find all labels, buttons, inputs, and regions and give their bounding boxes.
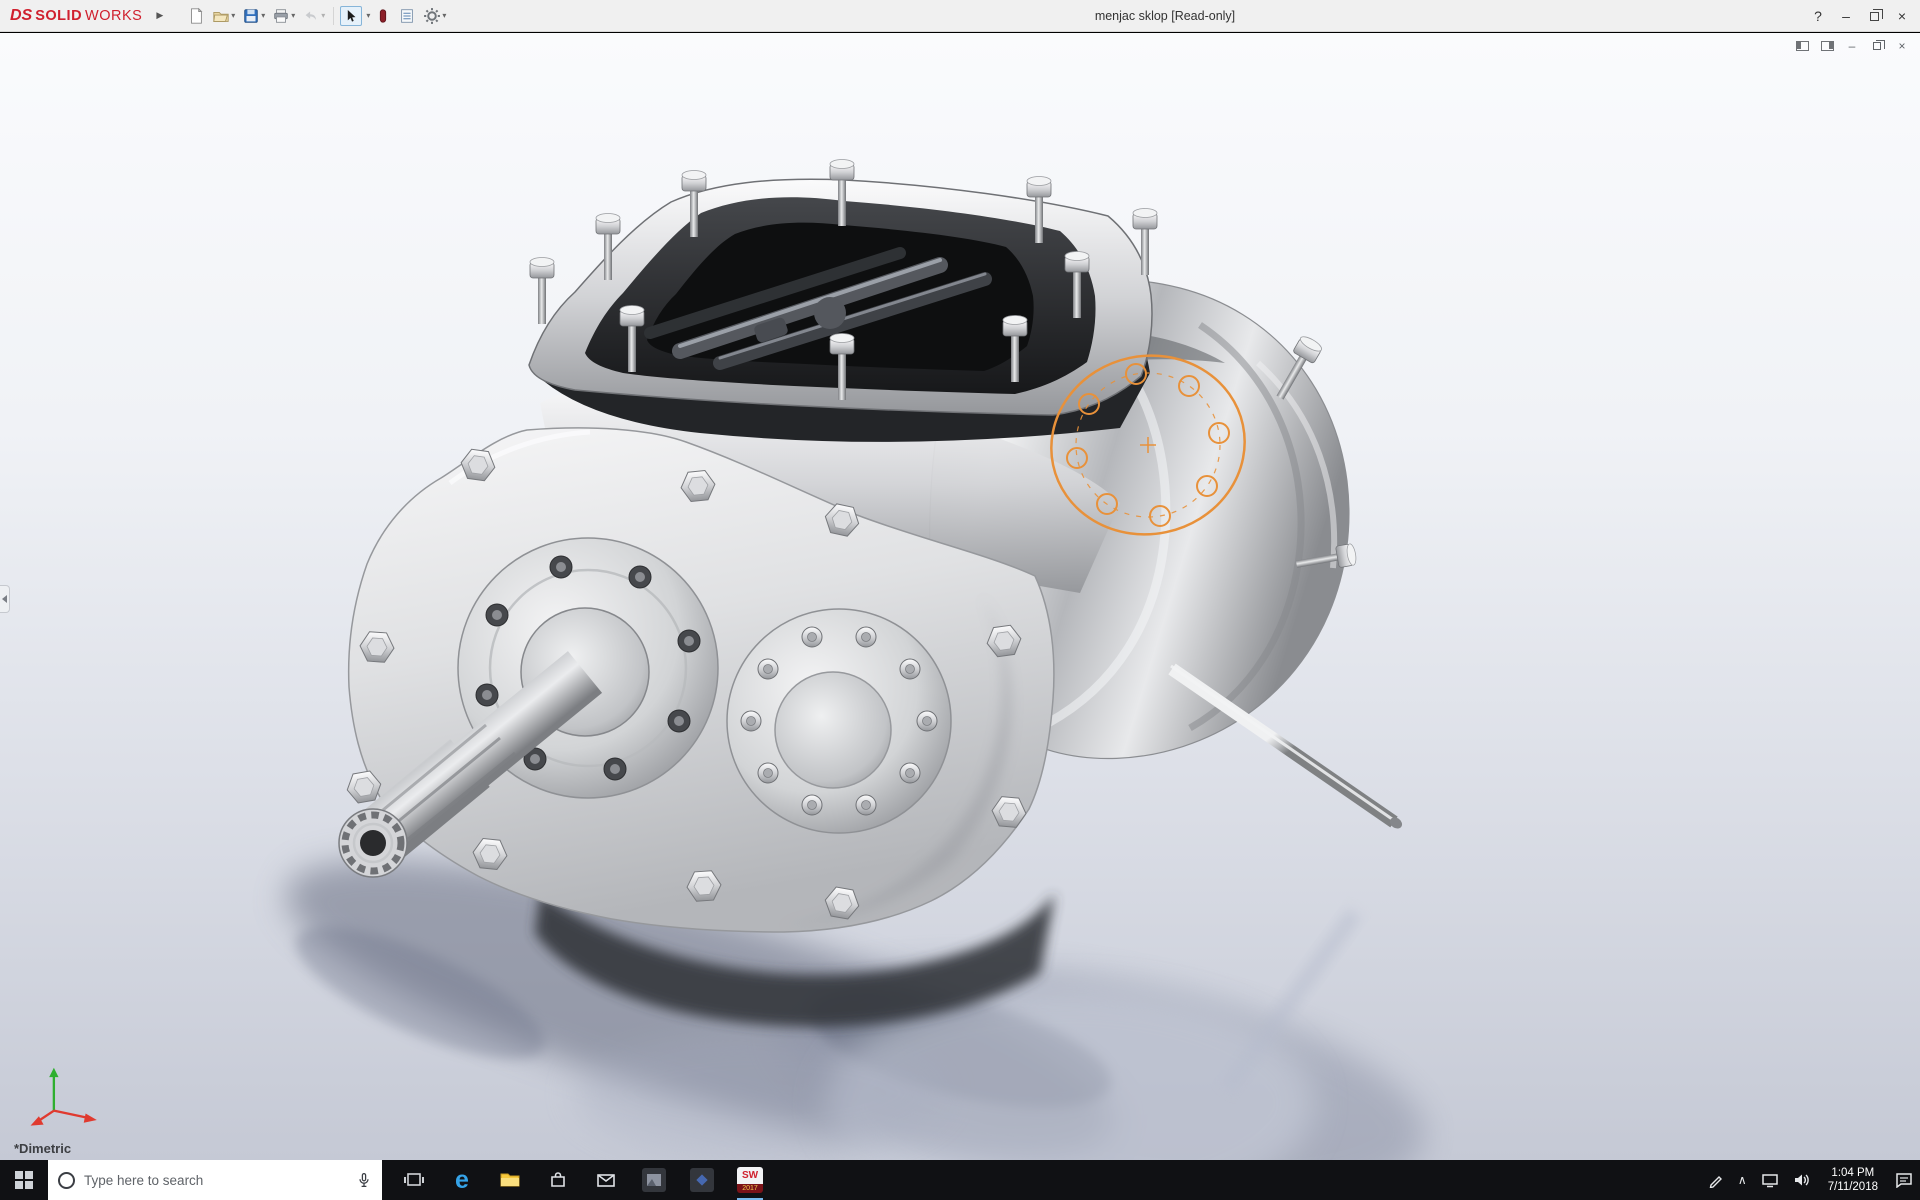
pane-left-icon: [1796, 41, 1809, 51]
panel-collapse-tab[interactable]: [0, 585, 10, 613]
mail-button[interactable]: [582, 1160, 630, 1200]
solidworks-app-icon: SW 2017: [737, 1167, 763, 1193]
options-button[interactable]: ▾: [421, 5, 448, 27]
restore-document-button[interactable]: [1869, 38, 1885, 54]
close-window-button[interactable]: ×: [1888, 0, 1916, 32]
restore-document-icon: [1873, 42, 1881, 50]
menu-expander-icon[interactable]: ▶: [156, 10, 163, 21]
chevron-up-icon: ∧: [1738, 1173, 1747, 1187]
select-tool-button[interactable]: [340, 6, 362, 26]
open-button[interactable]: ▾: [210, 5, 237, 27]
solidworks-app-button[interactable]: SW 2017: [726, 1160, 774, 1200]
sw-badge-text: SW: [737, 1167, 763, 1184]
volume-button[interactable]: [1786, 1160, 1818, 1200]
minimize-document-button[interactable]: –: [1844, 38, 1860, 54]
tray-expand-button[interactable]: ∧: [1731, 1160, 1754, 1200]
orientation-triad-icon: [24, 1054, 108, 1130]
select-arrow-icon: [343, 8, 359, 24]
close-document-button[interactable]: ×: [1894, 38, 1910, 54]
action-center-icon: [1895, 1172, 1913, 1188]
save-button[interactable]: ▾: [240, 5, 267, 27]
taskbar-clock[interactable]: 1:04 PM 7/11/2018: [1818, 1160, 1888, 1200]
dev-app-icon: [690, 1168, 714, 1192]
window-controls: ? – ×: [1804, 0, 1916, 32]
windows-ink-button[interactable]: [1701, 1160, 1731, 1200]
output-flange-ring[interactable]: [727, 609, 951, 833]
network-icon: [1761, 1172, 1779, 1188]
select-dropdown-caret[interactable]: ▾: [366, 11, 370, 20]
store-button[interactable]: [534, 1160, 582, 1200]
design-binder-button[interactable]: [396, 5, 418, 27]
options-dropdown-caret[interactable]: ▾: [442, 11, 446, 20]
windows-logo-icon: [15, 1171, 33, 1189]
titlebar: DS SOLIDWORKS ▶ ▾ ▾ ▾ ▾: [0, 0, 1920, 32]
clock-date: 7/11/2018: [1828, 1180, 1878, 1194]
save-dropdown-caret[interactable]: ▾: [261, 11, 265, 20]
windows-taskbar: e SW 2017: [0, 1160, 1920, 1200]
start-button[interactable]: [0, 1160, 48, 1200]
graphics-viewport[interactable]: – × *Dimetric: [0, 33, 1920, 1160]
options-gear-icon: [423, 7, 441, 25]
brand-text-works: WORKS: [85, 8, 142, 24]
undo-dropdown-caret[interactable]: ▾: [321, 11, 325, 20]
print-button[interactable]: ▾: [270, 5, 297, 27]
undo-icon: [302, 7, 320, 25]
taskbar-search[interactable]: [48, 1160, 382, 1200]
microphone-icon[interactable]: [356, 1172, 372, 1188]
file-explorer-icon: [498, 1168, 522, 1192]
quick-access-toolbar: ▾ ▾ ▾ ▾ ▾: [185, 0, 448, 32]
action-center-button[interactable]: [1888, 1160, 1920, 1200]
document-window-controls: – ×: [1794, 38, 1910, 54]
minimize-window-button[interactable]: –: [1832, 0, 1860, 32]
open-folder-icon: [212, 7, 230, 25]
edge-browser-button[interactable]: e: [438, 1160, 486, 1200]
system-tray: ∧ 1:04 PM 7/11/2018: [1701, 1160, 1920, 1200]
view-orientation-label: *Dimetric: [14, 1141, 71, 1156]
ds-logo-icon: DS: [10, 7, 32, 25]
search-input[interactable]: [84, 1173, 347, 1188]
mail-envelope-icon: [595, 1169, 617, 1191]
appearance-button[interactable]: [373, 5, 393, 27]
photos-app-icon: [642, 1168, 666, 1192]
print-icon: [272, 7, 290, 25]
pane-right-icon: [1821, 41, 1834, 51]
appearance-icon: [375, 7, 391, 25]
gearbox-3d-model[interactable]: [0, 33, 1920, 1160]
file-explorer-button[interactable]: [486, 1160, 534, 1200]
taskbar-apps: e SW 2017: [390, 1160, 774, 1200]
undo-button[interactable]: ▾: [300, 5, 327, 27]
print-dropdown-caret[interactable]: ▾: [291, 11, 295, 20]
pen-icon: [1708, 1172, 1724, 1188]
clock-time: 1:04 PM: [1831, 1166, 1874, 1180]
photos-app-button[interactable]: [630, 1160, 678, 1200]
help-button[interactable]: ?: [1804, 0, 1832, 32]
solidworks-app-window: DS SOLIDWORKS ▶ ▾ ▾ ▾ ▾: [0, 0, 1920, 1200]
collapse-arrow-icon: [2, 595, 7, 603]
sw-badge-year: 2017: [737, 1184, 763, 1193]
toolbar-separator: [333, 7, 334, 25]
solidworks-logo: DS SOLIDWORKS: [0, 7, 142, 25]
save-floppy-icon: [242, 7, 260, 25]
speaker-icon: [1793, 1172, 1811, 1188]
output-shaft[interactable]: [1171, 666, 1404, 831]
task-view-icon: [403, 1169, 425, 1191]
dev-app-button[interactable]: [678, 1160, 726, 1200]
restore-icon: [1870, 12, 1879, 21]
new-document-button[interactable]: [185, 5, 207, 27]
task-view-button[interactable]: [390, 1160, 438, 1200]
restore-window-button[interactable]: [1860, 0, 1888, 32]
document-title: menjac sklop [Read-only]: [1040, 0, 1290, 32]
brand-text-solid: SOLID: [35, 8, 82, 24]
design-binder-icon: [398, 7, 416, 25]
network-button[interactable]: [1754, 1160, 1786, 1200]
pane-toggle-left-button[interactable]: [1794, 38, 1810, 54]
new-document-icon: [187, 7, 205, 25]
cortana-icon[interactable]: [58, 1172, 75, 1189]
open-dropdown-caret[interactable]: ▾: [231, 11, 235, 20]
store-bag-icon: [547, 1169, 569, 1191]
pane-toggle-right-button[interactable]: [1819, 38, 1835, 54]
edge-icon: e: [455, 1168, 469, 1193]
